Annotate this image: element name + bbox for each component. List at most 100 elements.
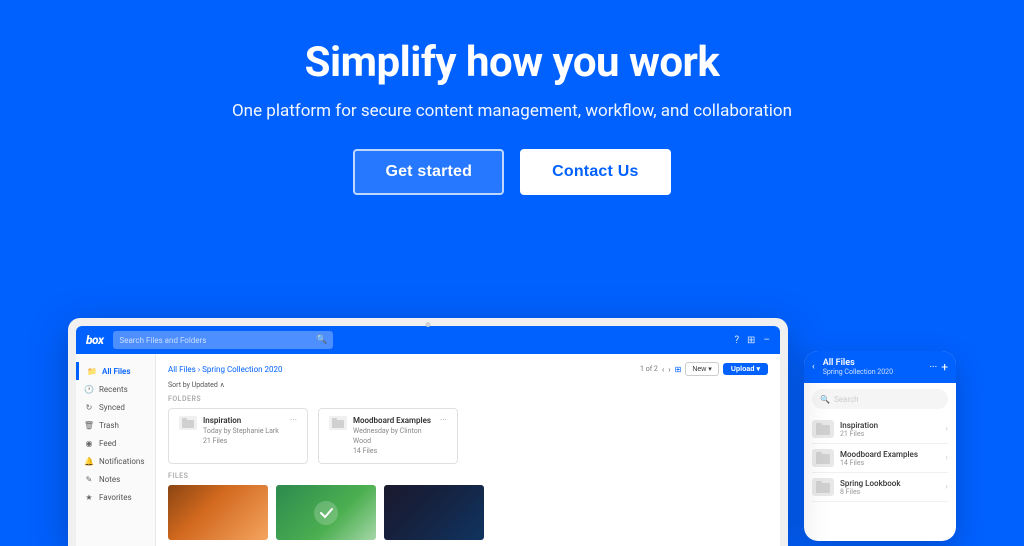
laptop-camera (426, 322, 431, 327)
breadcrumb-bar: All Files › Spring Collection 2020 1 of … (168, 362, 768, 376)
phone-folder-label: All Files (823, 358, 922, 368)
phone-more-icon[interactable]: ··· (929, 362, 937, 373)
phone-folder-meta-2: 14 Files (840, 459, 918, 467)
sidebar-item-trash[interactable]: 🗑 Trash (76, 416, 155, 434)
phone-folder-more-1[interactable]: › (945, 424, 948, 434)
folder-card-moodboard[interactable]: Moodboard Examples Wednesday by Clinton … (318, 408, 458, 464)
sort-label[interactable]: Sort by Updated ∧ (168, 381, 225, 389)
folder-info-moodboard: Moodboard Examples Wednesday by Clinton … (353, 416, 434, 456)
phone-folder-details-1: Inspiration 21 Files (840, 421, 878, 438)
breadcrumb-text: All Files › Spring Collection 2020 (168, 365, 283, 374)
folder-meta-line1: Today by Stephanie Lark (203, 427, 284, 437)
breadcrumb-right: 1 of 2 ‹ › ⊞ New ▾ Upload ▾ (640, 362, 768, 376)
folders-row: Inspiration Today by Stephanie Lark 21 F… (168, 408, 768, 464)
phone-search-bar[interactable]: 🔍 Search (812, 389, 948, 409)
contact-us-button[interactable]: Contact Us (520, 149, 670, 195)
phone-plus-icon[interactable]: + (941, 360, 948, 374)
folder-meta-line2: 14 Files (353, 447, 434, 457)
phone-mockup: ‹ All Files Spring Collection 2020 ··· +… (804, 351, 956, 541)
folder-meta-line1: Wednesday by Clinton Wood (353, 427, 434, 447)
phone-search-placeholder: Search (834, 395, 859, 404)
box-topbar: box Search Files and Folders 🔍 ? ⊞ – (76, 326, 780, 354)
laptop-screen: box Search Files and Folders 🔍 ? ⊞ – (76, 326, 780, 546)
folder-icon-moodboard (329, 416, 347, 430)
get-started-button[interactable]: Get started (353, 149, 504, 195)
breadcrumb: All Files › Spring Collection 2020 (168, 365, 283, 374)
phone-folder-details-2: Moodboard Examples 14 Files (840, 450, 918, 467)
phone-folder-item-1[interactable]: Inspiration 21 Files › (812, 415, 948, 444)
files-section (168, 485, 768, 540)
all-files-icon: 📁 (87, 366, 97, 376)
box-search-placeholder: Search Files and Folders (119, 336, 316, 345)
new-button[interactable]: New ▾ (685, 362, 718, 376)
folder-icon-inspiration (179, 416, 197, 430)
cta-buttons: Get started Contact Us (353, 149, 670, 195)
preview-container: box Search Files and Folders 🔍 ? ⊞ – (0, 318, 1024, 546)
box-logo: box (86, 333, 103, 347)
phone-back-icon[interactable]: ‹ (812, 362, 815, 372)
search-icon: 🔍 (316, 335, 327, 345)
next-icon[interactable]: › (668, 365, 670, 374)
phone-folder-meta-1: 21 Files (840, 430, 878, 438)
sidebar-item-feed[interactable]: ◉ Feed (76, 434, 155, 452)
files-section-label: FILES (168, 472, 768, 480)
upload-button[interactable]: Upload ▾ (723, 363, 768, 375)
folder-card-inspiration[interactable]: Inspiration Today by Stephanie Lark 21 F… (168, 408, 308, 464)
phone-folder-more-3[interactable]: › (945, 482, 948, 492)
sidebar-item-synced[interactable]: ↻ Synced (76, 398, 155, 416)
phone-search-icon: 🔍 (820, 395, 830, 404)
phone-folder-details-3: Spring Lookbook 8 Files (840, 479, 901, 496)
sidebar-item-notes[interactable]: ✎ Notes (76, 470, 155, 488)
phone-folder-icon-2 (812, 449, 834, 467)
trash-icon: 🗑 (84, 420, 94, 430)
folder-name: Moodboard Examples (353, 416, 434, 425)
file-thumbnail-2[interactable] (276, 485, 376, 540)
file-thumbnail-1[interactable] (168, 485, 268, 540)
page-info: 1 of 2 (640, 365, 658, 373)
file-thumbnail-3[interactable] (384, 485, 484, 540)
phone-folder-more-2[interactable]: › (945, 453, 948, 463)
notifications-icon: 🔔 (84, 456, 94, 466)
folders-section-label: FOLDERS (168, 395, 768, 403)
hero-subtitle: One platform for secure content manageme… (232, 101, 792, 121)
folder-name: Inspiration (203, 416, 284, 425)
minimize-icon[interactable]: – (763, 335, 770, 346)
box-sidebar: 📁 All Files 🕐 Recents ↻ Synced 🗑 (76, 354, 156, 546)
sidebar-item-favorites[interactable]: ★ Favorites (76, 488, 155, 506)
hero-section: Simplify how you work One platform for s… (0, 0, 1024, 235)
feed-icon: ◉ (84, 438, 94, 448)
recents-icon: 🕐 (84, 384, 94, 394)
phone-collection-label: Spring Collection 2020 (823, 368, 922, 376)
view-toggle-icon[interactable]: ⊞ (675, 365, 682, 374)
favorites-icon: ★ (84, 492, 94, 502)
phone-folder-meta-3: 8 Files (840, 488, 901, 496)
sidebar-item-notifications[interactable]: 🔔 Notifications (76, 452, 155, 470)
phone-folder-icon-3 (812, 478, 834, 496)
box-content: All Files › Spring Collection 2020 1 of … (156, 354, 780, 546)
sidebar-item-all-files[interactable]: 📁 All Files (76, 362, 155, 380)
phone-content: Inspiration 21 Files › Moodboard Example… (804, 415, 956, 502)
prev-icon[interactable]: ‹ (662, 365, 664, 374)
folder-more-icon[interactable]: ··· (440, 416, 447, 426)
notes-icon: ✎ (84, 474, 94, 484)
box-main: 📁 All Files 🕐 Recents ↻ Synced 🗑 (76, 354, 780, 546)
help-icon[interactable]: ? (734, 335, 739, 346)
laptop-mockup: box Search Files and Folders 🔍 ? ⊞ – (68, 318, 788, 546)
phone-folder-icon-1 (812, 420, 834, 438)
phone-folder-item-2[interactable]: Moodboard Examples 14 Files › (812, 444, 948, 473)
box-search-bar[interactable]: Search Files and Folders 🔍 (113, 331, 333, 349)
synced-icon: ↻ (84, 402, 94, 412)
phone-folder-name-1: Inspiration (840, 421, 878, 430)
layout-icon[interactable]: ⊞ (747, 335, 755, 346)
phone-folder-name-2: Moodboard Examples (840, 450, 918, 459)
box-app: box Search Files and Folders 🔍 ? ⊞ – (76, 326, 780, 546)
folder-meta-line2: 21 Files (203, 437, 284, 447)
sidebar-item-recents[interactable]: 🕐 Recents (76, 380, 155, 398)
folder-more-icon[interactable]: ··· (290, 416, 297, 426)
phone-topbar: ‹ All Files Spring Collection 2020 ··· + (804, 351, 956, 383)
phone-folder-item-3[interactable]: Spring Lookbook 8 Files › (812, 473, 948, 502)
phone-folder-name-3: Spring Lookbook (840, 479, 901, 488)
folder-info-inspiration: Inspiration Today by Stephanie Lark 21 F… (203, 416, 284, 447)
box-topbar-right: ? ⊞ – (734, 335, 770, 346)
sort-bar: Sort by Updated ∧ (168, 381, 768, 389)
